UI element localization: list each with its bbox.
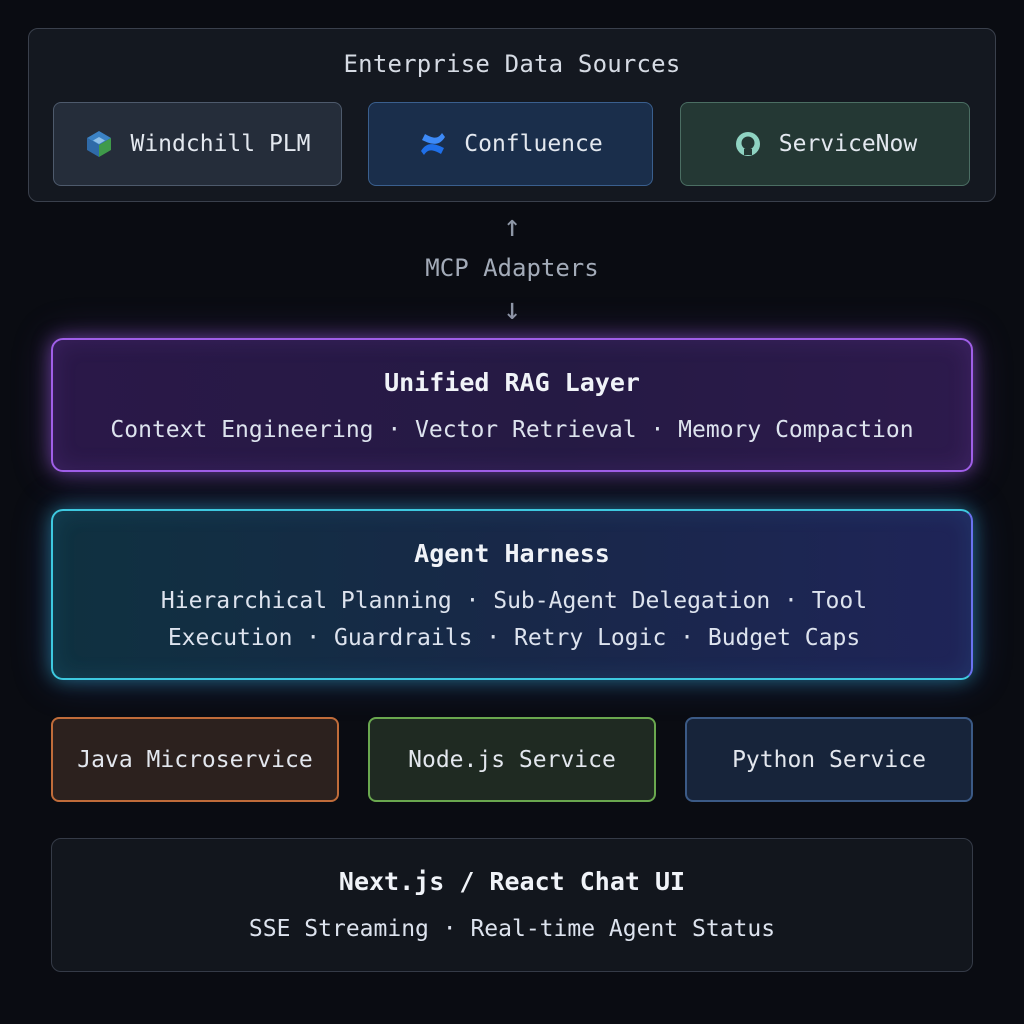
agent-harness-title: Agent Harness xyxy=(414,539,610,568)
confluence-logo-icon xyxy=(418,129,448,159)
nodejs-service-box[interactable]: Node.js Service xyxy=(368,717,656,802)
windchill-cube-icon xyxy=(84,129,114,159)
agent-harness-description: Hierarchical Planning · Sub-Agent Delega… xyxy=(160,588,868,651)
up-arrow-icon: ↑ xyxy=(502,209,522,244)
down-arrow-icon: ↓ xyxy=(502,292,522,327)
servicenow-logo-icon xyxy=(733,129,763,159)
frontend-description: SSE Streaming · Real-time Agent Status xyxy=(248,916,776,942)
rag-layer-title: Unified RAG Layer xyxy=(384,368,640,397)
java-microservice-label: Java Microservice xyxy=(77,746,313,773)
nodejs-service-label: Node.js Service xyxy=(408,746,616,773)
python-service-box[interactable]: Python Service xyxy=(685,717,973,802)
python-service-label: Python Service xyxy=(732,746,926,773)
source-confluence[interactable]: Confluence xyxy=(368,102,653,186)
rag-layer-description: Context Engineering · Vector Retrieval ·… xyxy=(110,417,914,443)
source-confluence-label: Confluence xyxy=(464,131,603,157)
frontend-box[interactable]: Next.js / React Chat UI SSE Streaming · … xyxy=(51,838,973,972)
mcp-adapters-label: MCP Adapters xyxy=(425,254,599,282)
source-servicenow-label: ServiceNow xyxy=(778,131,918,157)
frontend-title: Next.js / React Chat UI xyxy=(338,867,686,896)
source-windchill-label: Windchill PLM xyxy=(130,131,311,157)
rag-layer-box[interactable]: Unified RAG Layer Context Engineering · … xyxy=(51,338,973,472)
agent-harness-box[interactable]: Agent Harness Hierarchical Planning · Su… xyxy=(51,509,973,680)
source-servicenow[interactable]: ServiceNow xyxy=(680,102,970,186)
source-windchill[interactable]: Windchill PLM xyxy=(53,102,342,186)
sources-title: Enterprise Data Sources xyxy=(343,50,681,78)
java-microservice-box[interactable]: Java Microservice xyxy=(51,717,339,802)
